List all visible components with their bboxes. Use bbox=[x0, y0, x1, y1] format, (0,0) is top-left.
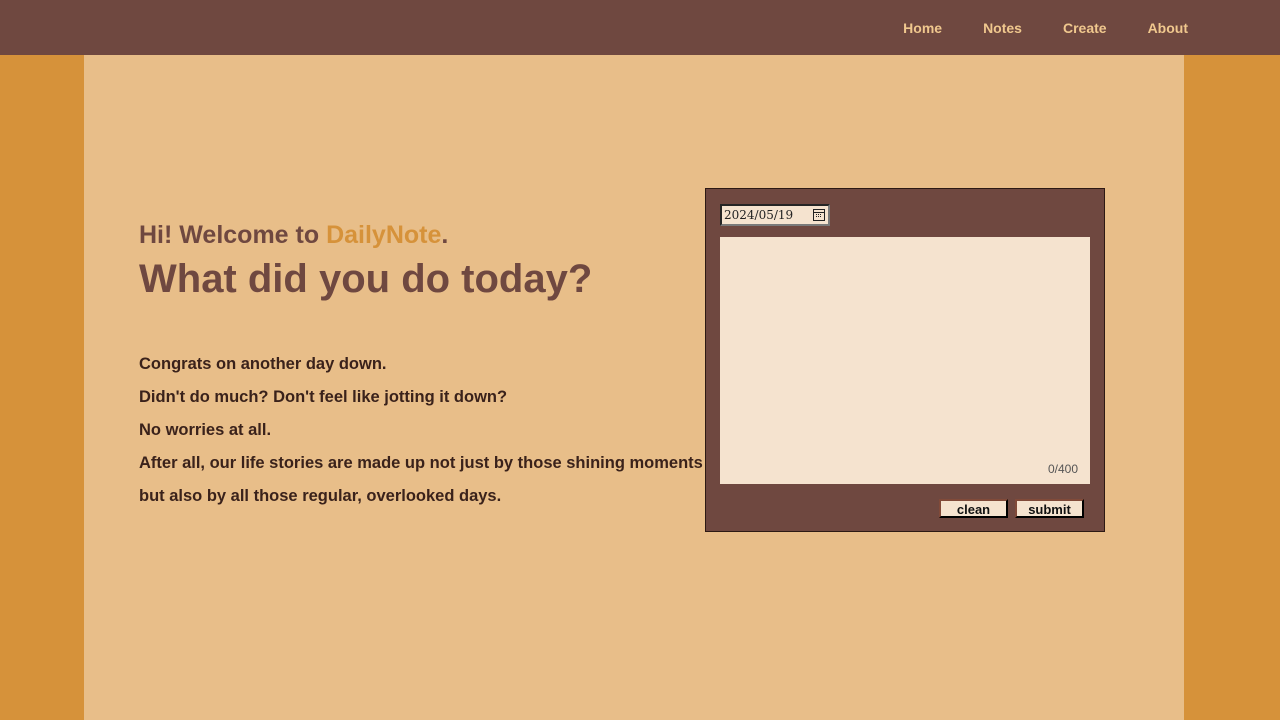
note-textarea[interactable]: 0/400 bbox=[720, 237, 1090, 484]
intro-paragraph: but also by all those regular, overlooke… bbox=[139, 487, 502, 505]
calendar-icon[interactable] bbox=[813, 209, 825, 221]
submit-button[interactable]: submit bbox=[1015, 499, 1084, 518]
date-input[interactable]: 2024/05/19 bbox=[720, 204, 830, 226]
nav-link-create[interactable]: Create bbox=[1063, 20, 1107, 36]
character-counter: 0/400 bbox=[1047, 462, 1078, 476]
intro-text: Congrats on another day down. Didn't do … bbox=[139, 348, 703, 513]
welcome-greeting: Hi! Welcome to DailyNote. bbox=[139, 220, 699, 250]
hero-section: Hi! Welcome to DailyNote. What did you d… bbox=[139, 220, 703, 513]
clean-button[interactable]: clean bbox=[939, 499, 1008, 518]
intro-paragraph: After all, our life stories are made up … bbox=[139, 454, 703, 472]
intro-paragraph: Didn't do much? Don't feel like jotting … bbox=[139, 388, 508, 406]
top-navigation-bar: Home Notes Create About bbox=[0, 0, 1280, 55]
main-nav: Home Notes Create About bbox=[862, 0, 1188, 55]
intro-paragraph: No worries at all. bbox=[139, 421, 272, 439]
note-editor-panel: 2024/05/19 0/400 clean submit bbox=[705, 188, 1105, 532]
page-headline: What did you do today? bbox=[139, 257, 593, 301]
brand-name: DailyNote bbox=[326, 221, 442, 249]
date-value: 2024/05/19 bbox=[724, 208, 794, 222]
greeting-suffix: . bbox=[441, 221, 449, 249]
nav-link-about[interactable]: About bbox=[1148, 20, 1188, 36]
greeting-prefix: Hi! Welcome to bbox=[139, 221, 327, 249]
intro-paragraph: Congrats on another day down. bbox=[139, 355, 387, 373]
nav-link-notes[interactable]: Notes bbox=[983, 20, 1022, 36]
main-content: Hi! Welcome to DailyNote. What did you d… bbox=[84, 55, 1184, 720]
nav-link-home[interactable]: Home bbox=[903, 20, 942, 36]
